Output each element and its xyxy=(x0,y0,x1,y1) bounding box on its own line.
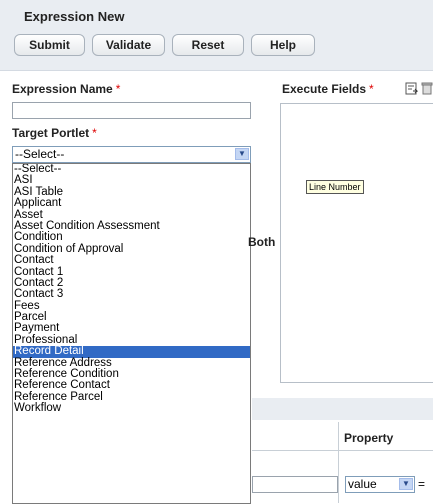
property-column-header: Property xyxy=(344,431,394,445)
page-header: Expression New Submit Validate Reset Hel… xyxy=(0,0,433,71)
dropdown-option[interactable]: Fees xyxy=(13,300,250,312)
equals-sign: = xyxy=(418,477,426,491)
chevron-down-icon[interactable]: ▼ xyxy=(235,148,249,160)
execute-fields-box[interactable] xyxy=(280,103,433,383)
export-icon[interactable] xyxy=(405,82,418,95)
page-title: Expression New xyxy=(24,9,125,24)
execute-fields-label: Execute Fields * xyxy=(282,82,374,96)
section-header-bar xyxy=(252,398,433,420)
table-value-input[interactable] xyxy=(252,476,338,493)
property-select[interactable]: value ▼ xyxy=(345,476,415,493)
help-button[interactable]: Help xyxy=(251,34,315,56)
property-selected-value: value xyxy=(348,477,377,491)
table-divider xyxy=(252,450,433,451)
required-mark: * xyxy=(115,82,121,96)
trash-icon[interactable] xyxy=(421,82,433,95)
chevron-down-icon[interactable]: ▼ xyxy=(399,478,413,490)
dropdown-option[interactable]: Contact xyxy=(13,254,250,266)
expression-name-label: Expression Name * xyxy=(12,82,121,96)
target-portlet-label: Target Portlet * xyxy=(12,126,97,140)
submit-button[interactable]: Submit xyxy=(14,34,85,56)
validate-button[interactable]: Validate xyxy=(92,34,165,56)
dropdown-option[interactable]: Record Detail xyxy=(13,345,250,358)
target-portlet-select[interactable]: --Select-- ▼ xyxy=(12,146,251,163)
line-number-tooltip: Line Number xyxy=(306,180,364,194)
table-divider xyxy=(338,422,339,503)
target-portlet-selected-value: --Select-- xyxy=(15,147,65,161)
required-mark: * xyxy=(369,82,374,96)
both-label: Both xyxy=(248,235,276,249)
dropdown-option[interactable]: Workflow xyxy=(13,402,250,414)
required-mark: * xyxy=(92,126,97,140)
dropdown-option[interactable]: Contact 3 xyxy=(13,288,250,300)
expression-name-input[interactable] xyxy=(12,102,251,119)
target-portlet-dropdown-list[interactable]: --Select-- ASI ASI Table Applicant Asset Asse… xyxy=(12,163,251,504)
reset-button[interactable]: Reset xyxy=(172,34,244,56)
dropdown-option[interactable]: --Select-- xyxy=(13,164,250,175)
dropdown-option[interactable]: Applicant xyxy=(13,197,250,209)
